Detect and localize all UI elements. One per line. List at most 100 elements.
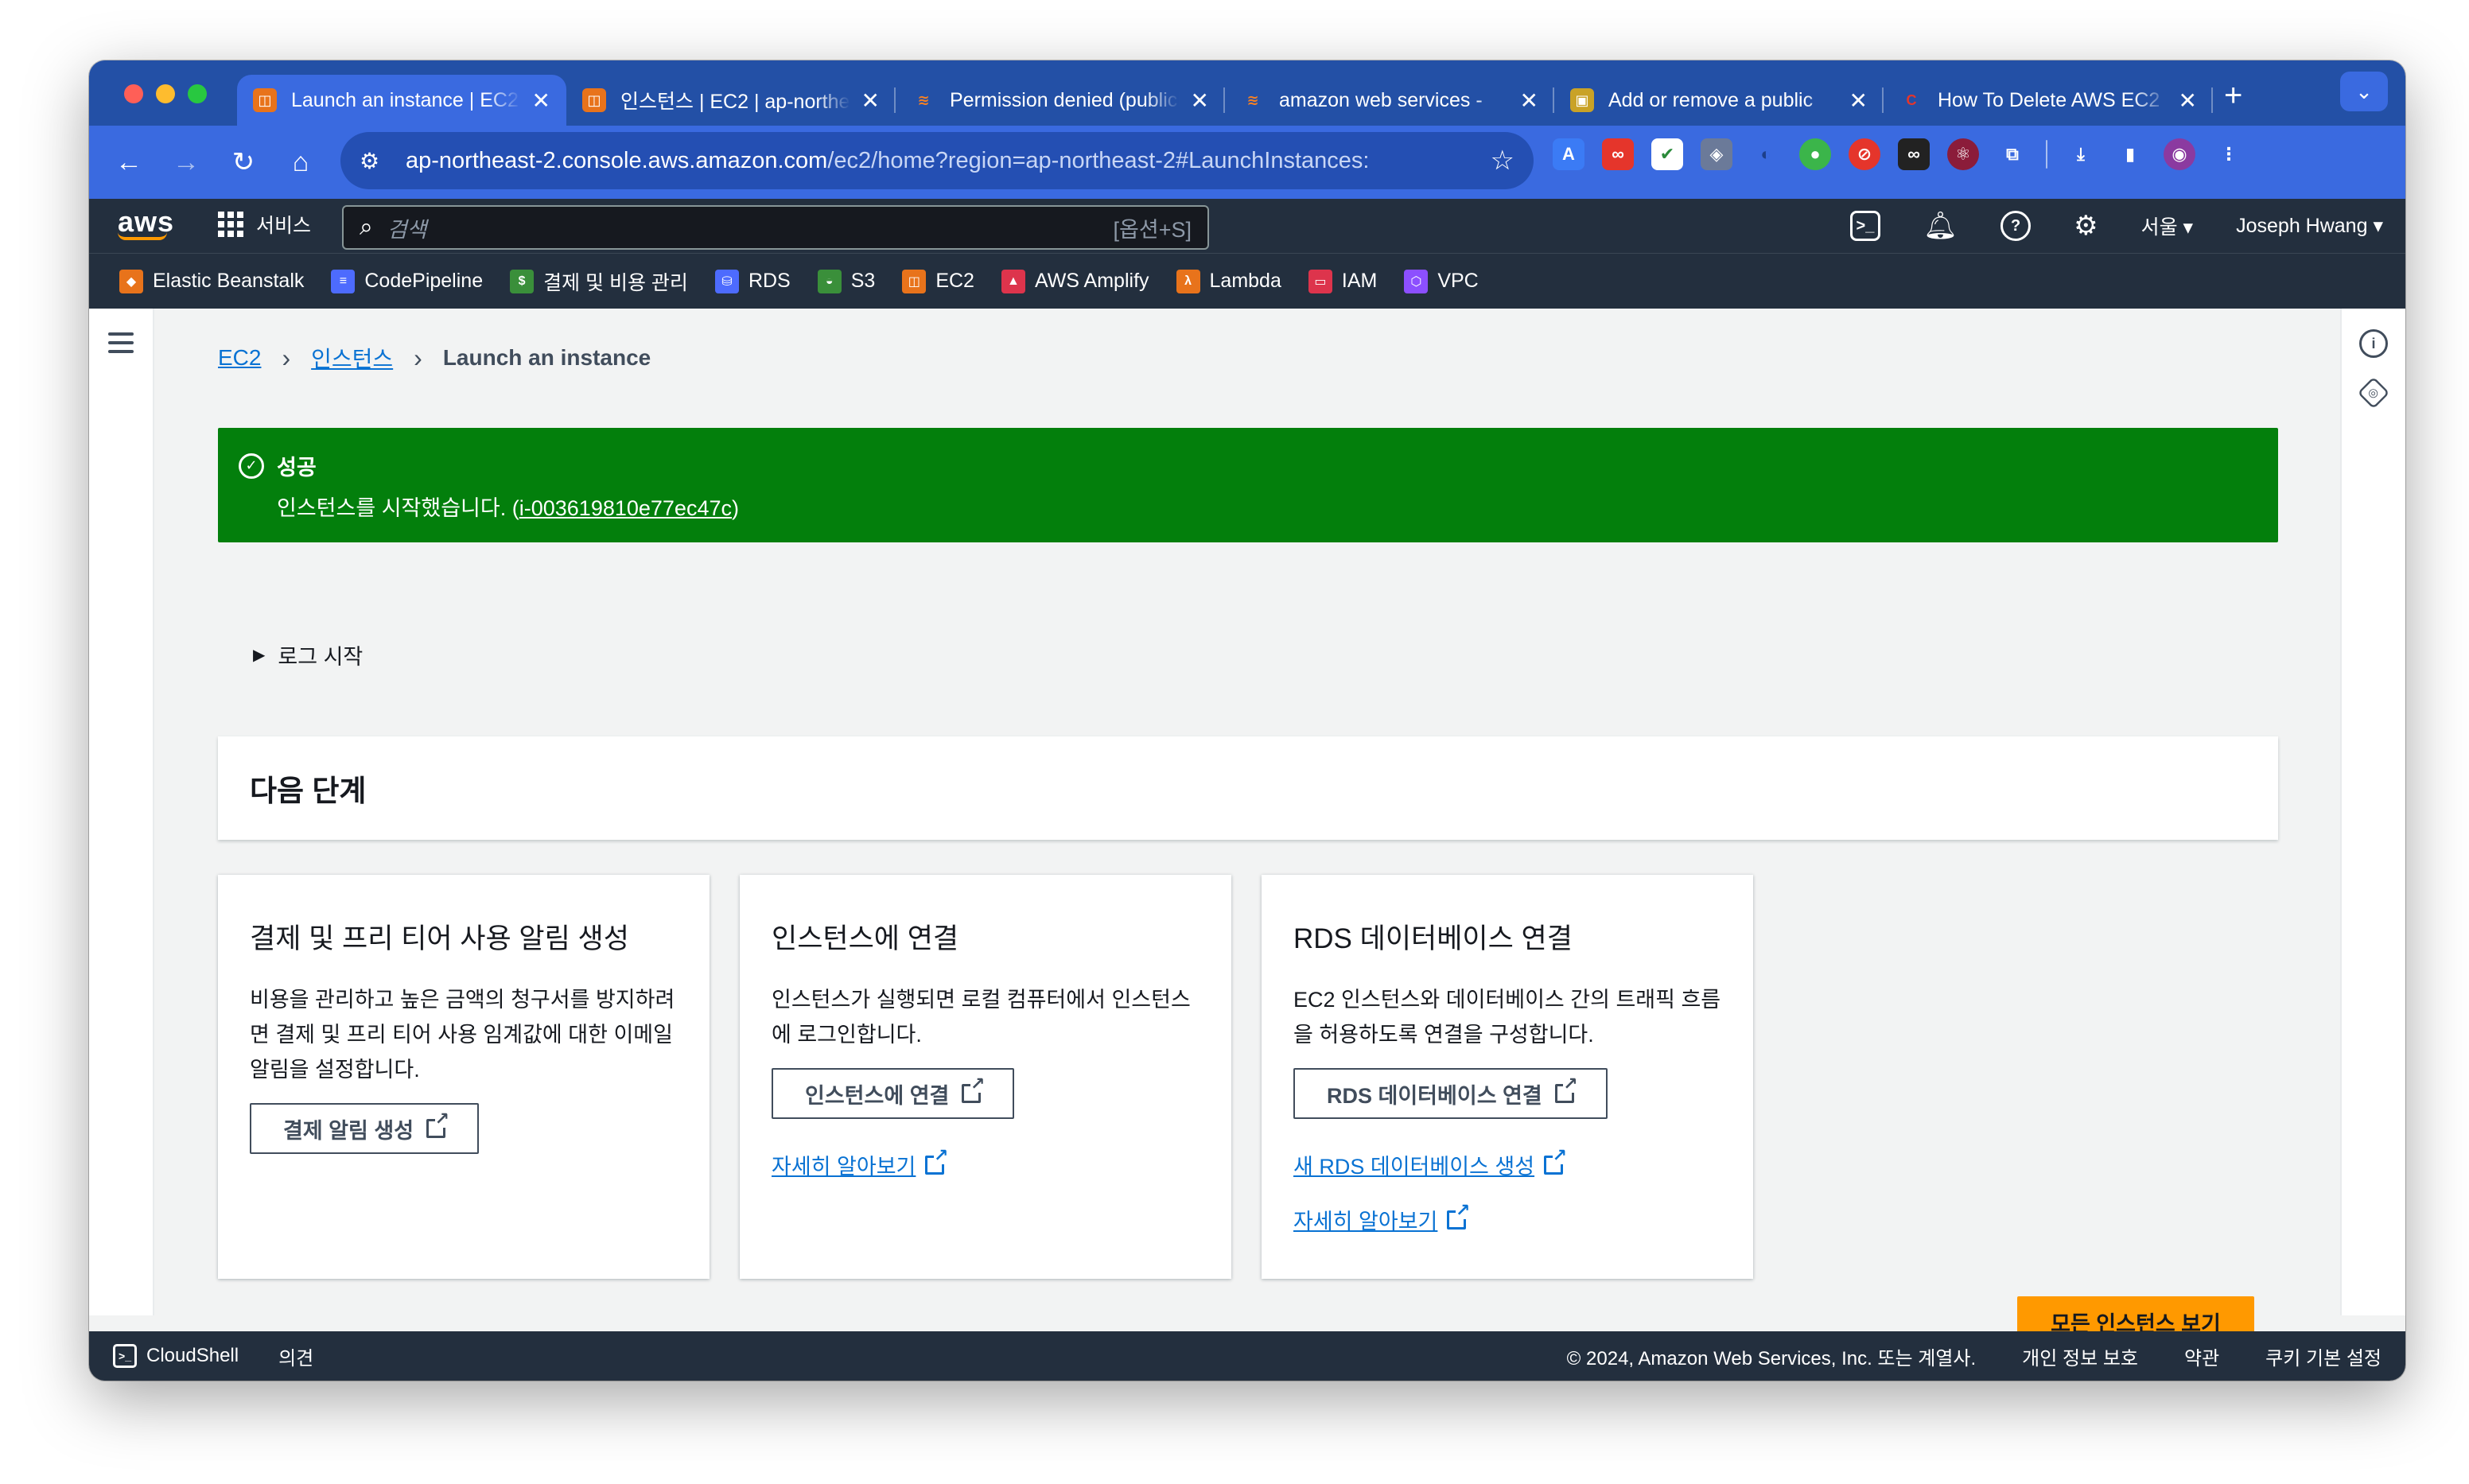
region-selector[interactable]: 서울 ▾ [2141,212,2194,240]
browser-menu-icon[interactable]: ⋮ [2213,138,2245,170]
cloudshell-icon[interactable]: >_ [1849,211,1880,241]
favorite-vpc[interactable]: ⬡ VPC [1404,269,1479,293]
account-menu[interactable]: Joseph Hwang ▾ [2236,214,2383,238]
toggle-extension-icon[interactable]: ● [1799,138,1831,170]
download-icon[interactable]: ⤓ [2065,138,2097,170]
glasses-extension-icon[interactable]: ∞ [1898,138,1930,170]
tab-title: 인스턴스 | EC2 | ap-northeast-2 [620,91,850,113]
tab-amazon-web-services[interactable]: ≋ amazon web services - ✕ [1225,75,1554,126]
next-steps-title: 다음 단계 [250,775,367,807]
cloudshell-button[interactable]: >_ CloudShell [113,1344,239,1368]
side-panel-icon[interactable]: ▮ [2114,138,2146,170]
cookie-preferences-link[interactable]: 쿠키 기본 설정 [2265,1342,2382,1370]
box-icon: ▣ [1570,88,1594,112]
create-rds-link[interactable]: 새 RDS 데이터베이스 생성 [1293,1146,1721,1180]
next-steps-cards: 결제 및 프리 티어 사용 알림 생성 비용을 관리하고 높은 금액의 청구서를… [218,875,1753,1279]
ec2-icon: ◫ [253,88,277,112]
copyright-text: © 2024, Amazon Web Services, Inc. 또는 계열사… [1566,1347,1977,1369]
favorite-s3[interactable]: ◒ S3 [817,269,875,293]
stackoverflow-icon: ≋ [1246,91,1259,108]
connect-rds-button[interactable]: RDS 데이터베이스 연결 [1293,1068,1608,1119]
tab-title: amazon web services - [1279,88,1483,111]
tab-launch-instance[interactable]: ◫ Launch an instance | EC2 ✕ [237,75,566,126]
check-extension-icon[interactable]: ✔ [1651,138,1683,170]
aws-logo[interactable]: aws [118,205,174,240]
puzzle-extensions-icon[interactable]: ⧉ [1997,138,2028,170]
forward-icon[interactable]: → [157,147,215,178]
extensions: A ∞ ✔ ◈ ◐ ● ⊘ ∞ ⚛ ⧉ ⤓ ▮ ◉ ⋮ [1553,138,2245,170]
learn-more-link[interactable]: 자세히 알아보기 [772,1146,1200,1180]
terms-link[interactable]: 약관 [2184,1342,2219,1370]
services-menu-button[interactable]: 서비스 [218,210,311,239]
billing-icon: $ [510,269,535,293]
tab-instances[interactable]: ◫ 인스턴스 | EC2 | ap-northeast-2 ✕ [566,75,896,126]
close-tab-icon[interactable]: ✕ [1191,87,1209,114]
infinity-extension-icon[interactable]: ∞ [1602,138,1634,170]
favorite-rds[interactable]: ⛁ RDS [714,269,791,293]
new-tab-icon[interactable]: + [2224,78,2242,126]
flash-message: 인스턴스를 시작했습니다. (i-003619810e77ec47c) [277,496,739,520]
tab-add-remove-public[interactable]: ▣ Add or remove a public ✕ [1554,75,1884,126]
close-window-button[interactable] [124,84,143,103]
favorite-iam[interactable]: ▭ IAM [1308,269,1377,293]
address-bar[interactable]: ⚙ ap-northeast-2.console.aws.amazon.com/… [340,132,1534,189]
tab-delete-aws-ec2[interactable]: C How To Delete AWS EC2 ✕ [1884,75,2213,126]
beanstalk-icon: ◆ [119,269,143,293]
log-toggle-label: 로그 시작 [278,645,364,669]
tutorial-icon[interactable]: ◎ [2357,376,2390,410]
zoom-window-button[interactable] [188,84,207,103]
close-tab-icon[interactable]: ✕ [1520,87,1538,114]
breadcrumb-instances[interactable]: 인스턴스 [311,342,393,374]
learn-more-link[interactable]: 자세히 알아보기 [1293,1201,1721,1235]
search-input[interactable]: ⌕ 검색 [옵션+S] [342,205,1209,250]
tab-permission-denied[interactable]: ≋ Permission denied (publickey) ✕ [896,75,1225,126]
connect-instance-button[interactable]: 인스턴스에 연결 [772,1068,1015,1119]
external-link-icon [962,1075,986,1103]
external-link-icon [1544,1146,1568,1175]
create-billing-alert-button[interactable]: 결제 알림 생성 [250,1103,480,1154]
feedback-link[interactable]: 의견 [278,1342,313,1370]
favorite-ec2[interactable]: ◫ EC2 [902,269,974,293]
back-icon[interactable]: ← [100,147,157,178]
favorite-aws-amplify[interactable]: ▲ AWS Amplify [1001,269,1149,293]
close-tab-icon[interactable]: ✕ [861,87,880,114]
translate-extension-icon[interactable]: A [1553,138,1584,170]
home-icon[interactable]: ⌂ [272,147,329,178]
favorite-lambda[interactable]: λ Lambda [1176,269,1281,293]
s3-icon: ◒ [817,269,842,293]
aws-top-nav: aws 서비스 ⌕ 검색 [옵션+S] >_ 🔔︎ ? ⚙ 서울 ▾ Josep… [89,199,2405,253]
menu-hamburger-icon[interactable] [108,332,134,359]
favorite-billing[interactable]: $ 결제 및 비용 관리 [510,267,688,296]
block-extension-icon[interactable]: ⊘ [1849,138,1880,170]
settings-gear-icon[interactable]: ⚙ [2074,210,2098,242]
lambda-icon: λ [1176,269,1200,293]
mouse-extension-icon[interactable]: ◐ [1750,138,1782,170]
tab-search-icon[interactable]: ⌄ [2340,72,2388,111]
stackoverflow-icon: ≋ [917,91,930,108]
instance-id-link[interactable]: i-003619810e77ec47c [519,496,732,520]
close-tab-icon[interactable]: ✕ [532,87,550,114]
close-tab-icon[interactable]: ✕ [1849,87,1868,114]
tabs: ◫ Launch an instance | EC2 ✕ ◫ 인스턴스 | EC… [237,68,2242,126]
favorite-elastic-beanstalk[interactable]: ◆ Elastic Beanstalk [119,269,304,293]
next-steps-header: 다음 단계 [218,736,2278,840]
profile-avatar[interactable]: ◉ [2164,138,2195,170]
close-tab-icon[interactable]: ✕ [2179,87,2197,114]
caret-right-icon: ▶ [253,647,266,664]
breadcrumb-ec2[interactable]: EC2 [218,345,261,371]
notifications-bell-icon[interactable]: 🔔︎ [1923,210,1958,242]
help-icon[interactable]: ? [2000,211,2032,241]
ublock-extension-icon[interactable]: ◈ [1701,138,1732,170]
privacy-link[interactable]: 개인 정보 보호 [2022,1342,2138,1370]
site-info-icon[interactable]: ⚙ [360,148,391,174]
launch-log-toggle[interactable]: ▶ 로그 시작 [253,639,363,670]
bookmark-star-icon[interactable]: ☆ [1491,145,1514,177]
codepipeline-icon: ≡ [331,269,356,293]
info-icon[interactable]: i [2359,329,2388,358]
favorite-codepipeline[interactable]: ≡ CodePipeline [331,269,483,293]
reload-icon[interactable]: ↻ [215,146,272,178]
react-extension-icon[interactable]: ⚛ [1947,138,1979,170]
minimize-window-button[interactable] [156,84,175,103]
chevron-right-icon: › [414,343,422,372]
external-link-icon [925,1146,949,1175]
